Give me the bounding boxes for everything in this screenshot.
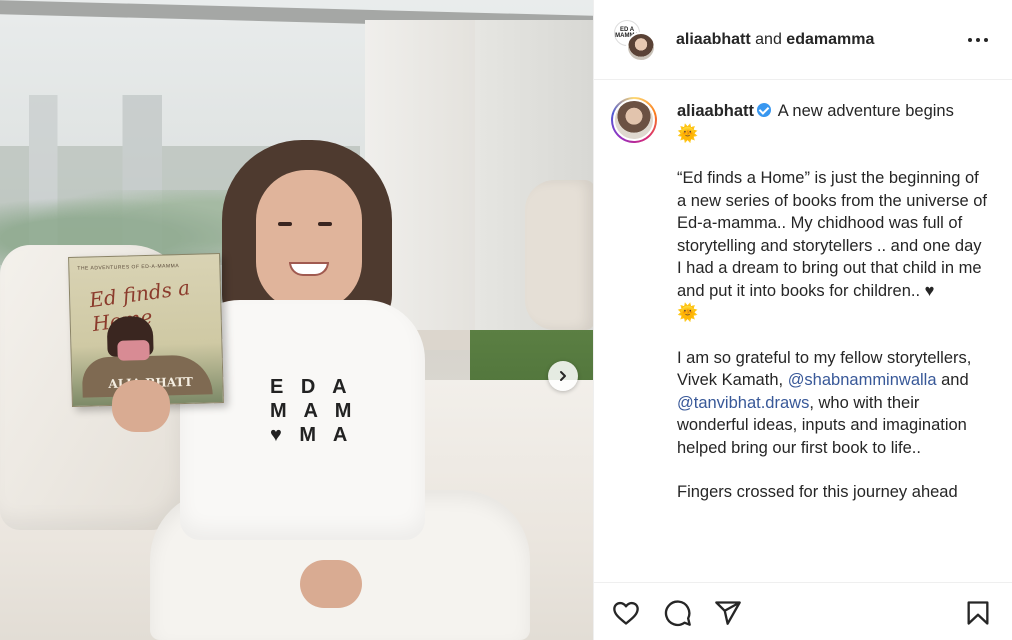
- mention-link[interactable]: @shabnamminwalla: [788, 371, 937, 389]
- person-eye: [278, 222, 292, 226]
- collab-avatars[interactable]: ED A MAMMA: [614, 20, 656, 62]
- mention-link[interactable]: @tanvibhat.draws: [677, 394, 809, 412]
- caption-paragraph-text: and: [941, 371, 969, 389]
- comment-icon[interactable]: [664, 599, 692, 627]
- sun-emoji: 🌞: [677, 303, 699, 322]
- aliaabhatt-avatar[interactable]: [626, 32, 656, 62]
- armchair: [525, 180, 593, 330]
- author-link[interactable]: aliaabhatt: [676, 31, 751, 48]
- person-face: [256, 170, 362, 310]
- post-sidebar: ED A MAMMA aliaabhatt and edamamma aliaa…: [593, 0, 1012, 640]
- person-hand: [300, 560, 362, 608]
- post-header: ED A MAMMA aliaabhatt and edamamma: [594, 0, 1012, 80]
- caption-avatar[interactable]: [611, 97, 657, 143]
- author-link[interactable]: edamamma: [786, 31, 874, 48]
- book-title: Ed finds a Home: [87, 275, 192, 336]
- post-authors: aliaabhatt and edamamma: [676, 31, 874, 49]
- caption-text: aliaabhatt A new adventure begins 🌞 “Ed …: [677, 100, 987, 504]
- more-options-icon[interactable]: [966, 28, 990, 52]
- bookmark-icon[interactable]: [964, 599, 992, 627]
- caption-paragraph-text: Fingers crossed for this journey ahead: [677, 483, 958, 501]
- person-eye: [318, 222, 332, 226]
- post-media[interactable]: E D A M A M ♥ M A THE ADVENTURES OF ED-A…: [0, 0, 593, 640]
- book-series: THE ADVENTURES OF ED-A-MAMMA: [77, 263, 180, 272]
- send-icon[interactable]: [714, 599, 742, 627]
- caption-intro: A new adventure begins: [777, 102, 954, 120]
- caption-username[interactable]: aliaabhatt: [677, 102, 754, 120]
- caption-paragraph: “Ed finds a Home” is just the beginning …: [677, 167, 987, 325]
- shirt-print: E D A M A M ♥ M A: [270, 376, 358, 446]
- verified-badge-icon: [757, 103, 772, 117]
- book-illustration-figure: [117, 339, 150, 361]
- caption-paragraph-text: “Ed finds a Home” is just the beginning …: [677, 169, 987, 300]
- heart-icon[interactable]: [612, 599, 640, 627]
- caption-paragraph: I am so grateful to my fellow storytelle…: [677, 347, 987, 460]
- next-slide-button[interactable]: [548, 361, 578, 391]
- post-caption: aliaabhatt A new adventure begins 🌞 “Ed …: [594, 80, 1012, 582]
- post-actions: [594, 582, 1012, 640]
- chevron-right-icon: [560, 371, 566, 381]
- person-hand: [112, 380, 170, 432]
- author-separator: and: [755, 31, 782, 48]
- sun-emoji: 🌞: [677, 123, 699, 143]
- caption-paragraph: Fingers crossed for this journey ahead: [677, 481, 987, 504]
